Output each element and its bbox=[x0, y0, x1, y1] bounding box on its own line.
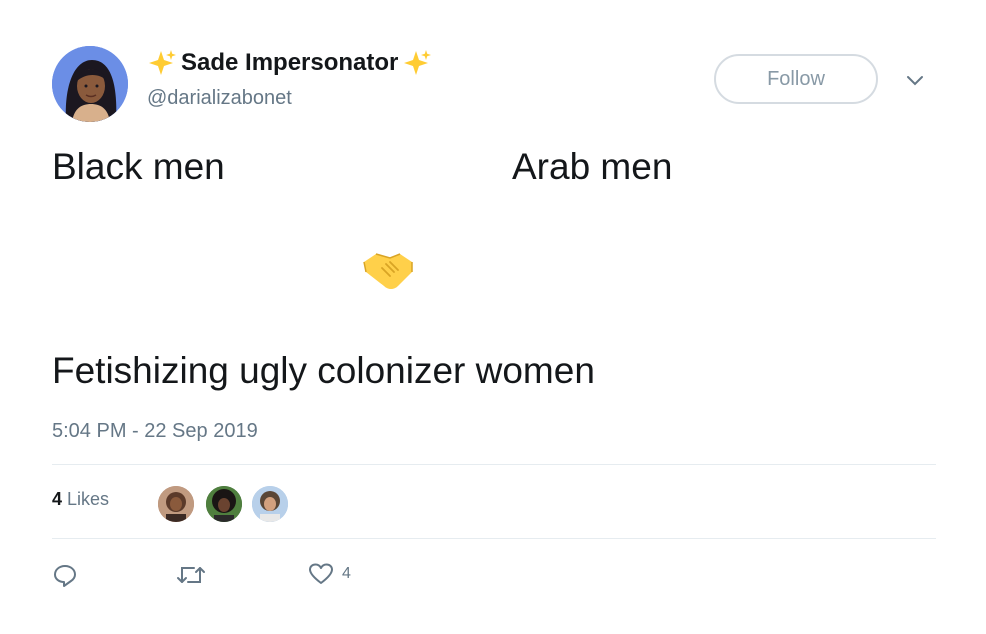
liker-avatar-image bbox=[252, 486, 288, 522]
liker-avatar[interactable] bbox=[204, 484, 244, 524]
display-name-text: Sade Impersonator bbox=[181, 49, 399, 76]
likes-count[interactable]: 4 Likes bbox=[52, 489, 109, 510]
tweet-text-line-main: Fetishizing ugly colonizer women bbox=[52, 350, 595, 391]
avatar-illustration-icon bbox=[52, 46, 128, 122]
user-handle[interactable]: @darializabonet bbox=[147, 87, 292, 110]
like-count: 4 bbox=[342, 565, 351, 582]
tweet-timestamp[interactable]: 5:04 PM - 22 Sep 2019 bbox=[52, 420, 258, 443]
like-button[interactable]: 4 bbox=[308, 562, 351, 586]
tweet-text-line-right: Arab men bbox=[512, 146, 673, 187]
retweet-icon bbox=[177, 567, 205, 583]
heart-icon bbox=[309, 563, 333, 584]
reply-icon bbox=[54, 565, 76, 587]
follow-button[interactable]: Follow bbox=[714, 54, 878, 104]
retweet-button[interactable] bbox=[176, 562, 206, 588]
sparkles-icon bbox=[404, 50, 432, 75]
tweet-text-line-left: Black men bbox=[52, 146, 225, 187]
liker-avatar[interactable] bbox=[250, 484, 290, 524]
chevron-down-icon bbox=[907, 76, 923, 86]
sparkles-icon bbox=[149, 50, 176, 75]
liker-avatar[interactable] bbox=[156, 484, 196, 524]
reply-button[interactable] bbox=[52, 562, 78, 588]
likes-number: 4 bbox=[52, 489, 63, 509]
display-name[interactable]: Sade Impersonator bbox=[147, 48, 432, 78]
tweet-card: Sade Impersonator @darializabonet Follow… bbox=[0, 0, 986, 634]
likes-label: Likes bbox=[67, 489, 110, 509]
liker-avatar-image bbox=[206, 486, 242, 522]
liker-avatar-image bbox=[158, 486, 194, 522]
divider bbox=[52, 538, 936, 539]
user-avatar[interactable] bbox=[52, 46, 128, 122]
tweet-menu-button[interactable] bbox=[902, 68, 928, 94]
handshake-icon bbox=[363, 253, 413, 289]
divider bbox=[52, 464, 936, 465]
